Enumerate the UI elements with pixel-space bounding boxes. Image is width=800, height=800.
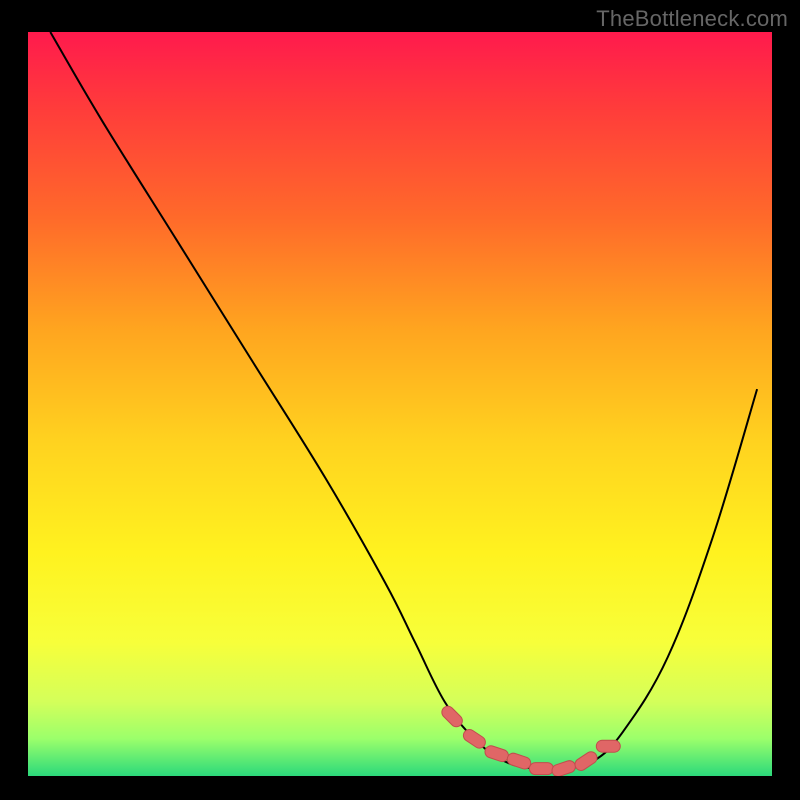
marker-pill xyxy=(529,763,553,775)
gradient-background xyxy=(28,32,772,776)
bottleneck-chart xyxy=(28,32,772,776)
plot-area xyxy=(28,32,772,776)
chart-frame: TheBottleneck.com xyxy=(0,0,800,800)
watermark-text: TheBottleneck.com xyxy=(596,6,788,32)
marker-pill xyxy=(596,740,620,752)
